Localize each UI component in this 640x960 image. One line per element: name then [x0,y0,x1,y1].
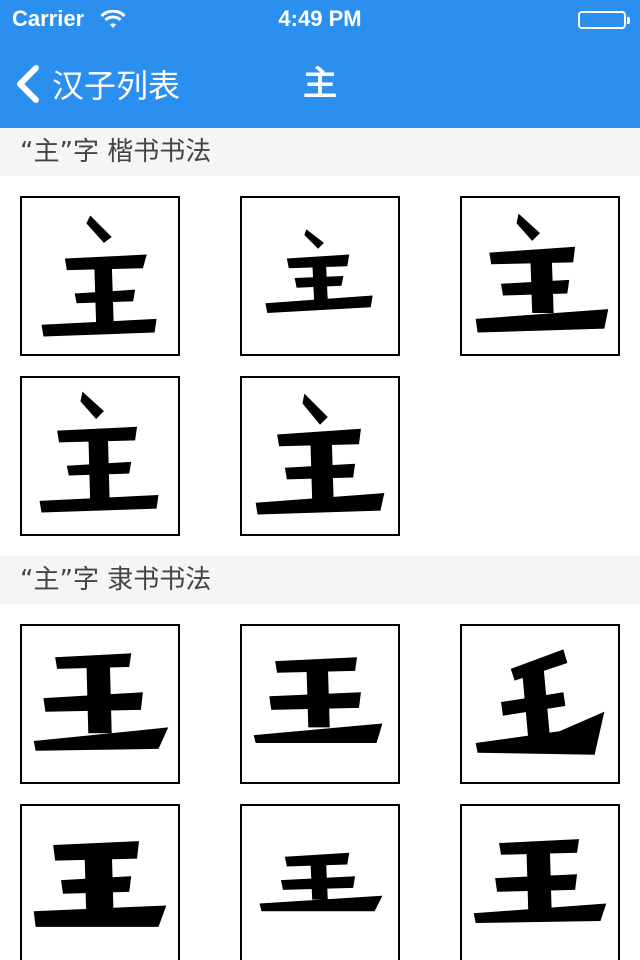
calligraphy-image [475,649,605,755]
section-header-lishu: “主”字 隶书书法 [0,556,640,604]
calligraphy-image [33,653,169,751]
calligraphy-tile[interactable] [240,376,400,536]
navigation-header: Carrier 4:49 PM 汉子列表 主 [0,0,640,128]
calligraphy-image [265,229,373,314]
calligraphy-image [259,852,383,912]
nav-bar: 汉子列表 主 [0,40,640,128]
calligraphy-tile[interactable] [460,196,620,356]
calligraphy-tile[interactable] [20,804,180,960]
calligraphy-tile[interactable] [20,376,180,536]
calligraphy-tile[interactable] [460,624,620,784]
page-title: 主 [303,64,337,104]
status-time: 4:49 PM [278,6,362,31]
calligraphy-image [255,393,385,515]
calligraphy-tile[interactable] [240,196,400,356]
calligraphy-tile[interactable] [20,196,180,356]
calligraphy-tile[interactable] [20,624,180,784]
calligraphy-image [41,215,157,337]
status-bar: Carrier 4:49 PM [0,0,640,40]
section-header-kaishu: “主”字 楷书书法 [0,128,640,176]
calligraphy-image [473,839,607,923]
battery-icon [578,11,630,29]
calligraphy-tile[interactable] [240,624,400,784]
calligraphy-image [33,841,167,927]
app-screen: Carrier 4:49 PM 汉子列表 主 “主”字 楷书书法 “主”字 隶书… [0,0,640,960]
calligraphy-tile[interactable] [240,804,400,960]
calligraphy-image [475,213,609,333]
calligraphy-image [39,391,159,513]
calligraphy-tile[interactable] [460,804,620,960]
calligraphy-image [253,657,383,743]
